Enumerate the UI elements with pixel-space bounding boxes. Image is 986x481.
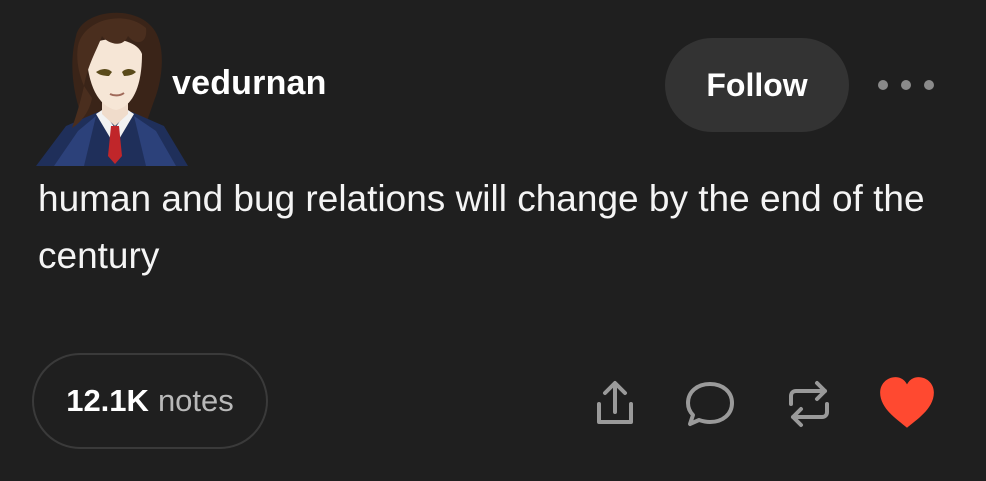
like-button[interactable] [876,372,938,434]
username[interactable]: vedurnan [172,64,327,103]
notes-count: 12.1K [66,383,149,418]
ellipsis-icon [924,80,934,90]
reblog-icon [789,381,829,427]
ellipsis-icon [878,80,888,90]
heart-icon [880,377,934,428]
avatar[interactable] [36,6,194,166]
comment-bubble-icon [686,382,734,426]
reply-button[interactable] [680,374,740,434]
ellipsis-icon [901,80,911,90]
notes-button[interactable]: 12.1K notes [32,353,268,449]
post-card: vedurnan Follow human and bug relations … [0,0,986,481]
follow-button[interactable]: Follow [665,38,849,132]
post-body-text: human and bug relations will change by t… [38,178,925,276]
share-button[interactable] [585,374,645,434]
reblog-button[interactable] [779,374,839,434]
avatar-image [36,12,188,166]
share-icon [597,381,633,424]
more-options-button[interactable] [878,70,934,100]
notes-label: notes [157,383,234,418]
